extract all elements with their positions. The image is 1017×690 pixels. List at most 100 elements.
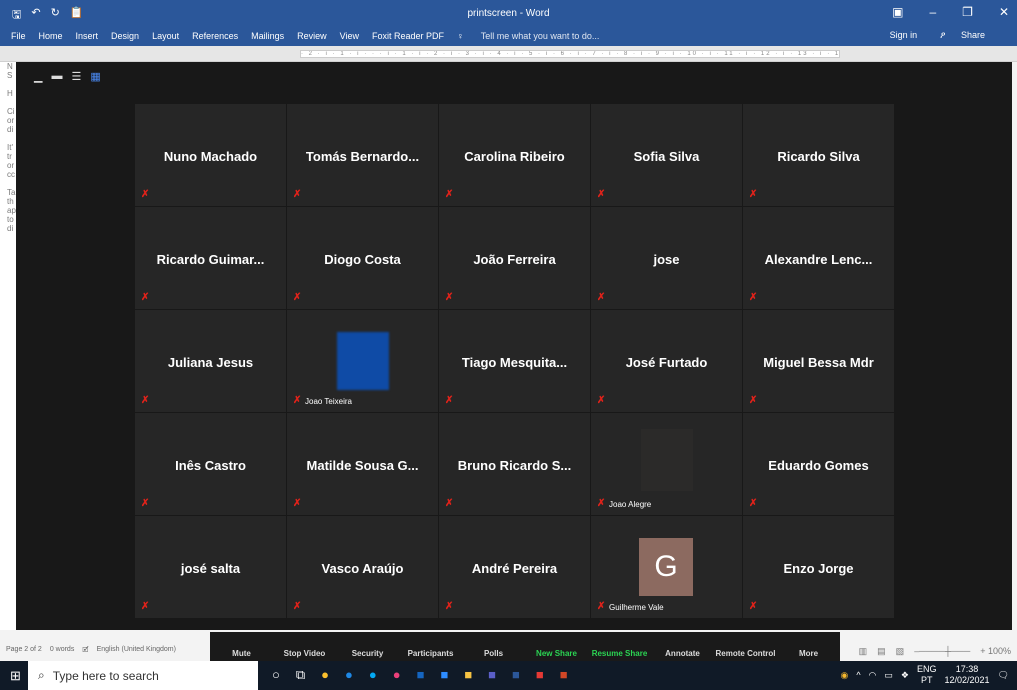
- notification-icon[interactable]: 🗨: [998, 670, 1009, 681]
- participant-tile[interactable]: Carolina Ribeiro ✗: [439, 104, 591, 207]
- tab-references[interactable]: References: [192, 31, 238, 41]
- tab-file[interactable]: File: [11, 31, 26, 41]
- file-explorer-icon[interactable]: ■: [464, 667, 472, 683]
- clock-date: 12/02/2021: [944, 675, 990, 685]
- language-indicator[interactable]: ENG PT: [917, 664, 937, 686]
- edge-icon[interactable]: ●: [345, 667, 353, 683]
- word-count[interactable]: 0 words: [50, 646, 75, 657]
- muted-mic-icon: ✗: [597, 498, 606, 509]
- windows-start-icon[interactable]: ⊞: [10, 668, 21, 684]
- clock[interactable]: 17:38 12/02/2021: [945, 664, 990, 686]
- participant-tile[interactable]: Inês Castro ✗: [135, 413, 287, 516]
- participant-tile[interactable]: Vasco Araújo ✗: [287, 516, 439, 619]
- cortana-icon[interactable]: ○: [272, 667, 280, 683]
- participant-tile[interactable]: Nuno Machado ✗: [135, 104, 287, 207]
- battery-icon[interactable]: ▭: [884, 670, 893, 681]
- ribbon-display-icon[interactable]: ▣: [892, 5, 903, 19]
- gallery-view-icon[interactable]: ▦: [90, 70, 100, 83]
- show-hidden-icon[interactable]: ^: [856, 670, 860, 680]
- language-indicator[interactable]: English (United Kingdom): [97, 646, 176, 657]
- task-view-icon[interactable]: ⧉: [296, 667, 305, 683]
- participant-tile[interactable]: João Ferreira ✗: [439, 207, 591, 310]
- muted-mic-icon: ✗: [293, 601, 302, 612]
- participant-video: [641, 429, 693, 491]
- tab-foxit[interactable]: Foxit Reader PDF: [372, 31, 444, 41]
- tab-view[interactable]: View: [340, 31, 359, 41]
- participant-tile[interactable]: Juliana Jesus ✗: [135, 310, 287, 413]
- proofing-icon[interactable]: 🗹: [82, 646, 88, 657]
- teams-icon[interactable]: ■: [488, 667, 496, 683]
- tab-home[interactable]: Home: [39, 31, 63, 41]
- close-icon[interactable]: ✕: [999, 5, 1009, 19]
- participant-tile[interactable]: josé salta ✗: [135, 516, 287, 619]
- control-annotate[interactable]: Annotate: [651, 632, 714, 661]
- participant-tile[interactable]: G ✗ Guilherme Vale: [591, 516, 743, 619]
- participant-tile[interactable]: Miguel Bessa Mdr ✗: [743, 310, 895, 413]
- web-layout-icon[interactable]: ▧: [896, 646, 905, 657]
- share-button[interactable]: ዖ Share: [940, 30, 998, 41]
- participant-tile[interactable]: Enzo Jorge ✗: [743, 516, 895, 619]
- tab-layout[interactable]: Layout: [152, 31, 179, 41]
- tab-design[interactable]: Design: [111, 31, 139, 41]
- participant-name: Sofia Silva: [633, 149, 700, 164]
- acrobat-icon[interactable]: ■: [536, 667, 544, 683]
- minimize-icon[interactable]: ▁: [34, 70, 42, 83]
- tab-insert[interactable]: Insert: [76, 31, 99, 41]
- control-security[interactable]: Security: [336, 632, 399, 661]
- paint-icon[interactable]: ●: [393, 667, 401, 683]
- participant-tile[interactable]: Matilde Sousa G... ✗: [287, 413, 439, 516]
- tell-me-box[interactable]: Tell me what you want to do...: [481, 31, 600, 41]
- wifi-icon[interactable]: ◠: [869, 670, 877, 681]
- zoom-icon[interactable]: ■: [440, 667, 448, 683]
- participant-tile[interactable]: Diogo Costa ✗: [287, 207, 439, 310]
- page-indicator[interactable]: Page 2 of 2: [6, 646, 42, 657]
- zoom-slider[interactable]: –────┼───: [914, 646, 970, 657]
- powerpoint-icon[interactable]: ■: [560, 667, 568, 683]
- taskbar-search[interactable]: ⌕ Type here to search: [28, 661, 258, 690]
- participant-tile[interactable]: ✗ Joao Teixeira: [287, 310, 439, 413]
- participant-tile[interactable]: Alexandre Lenc... ✗: [743, 207, 895, 310]
- control-participants[interactable]: Participants: [399, 632, 462, 661]
- participant-tile[interactable]: Tomás Bernardo... ✗: [287, 104, 439, 207]
- tab-review[interactable]: Review: [297, 31, 327, 41]
- participant-name: Ricardo Guimar...: [156, 252, 265, 267]
- participant-tile[interactable]: José Furtado ✗: [591, 310, 743, 413]
- control-polls[interactable]: Polls: [462, 632, 525, 661]
- skype-icon[interactable]: ●: [369, 667, 377, 683]
- lang-bottom: PT: [921, 675, 933, 685]
- participant-tile[interactable]: Bruno Ricardo S... ✗: [439, 413, 591, 516]
- participant-tile[interactable]: Eduardo Gomes ✗: [743, 413, 895, 516]
- minimize-icon[interactable]: –: [929, 5, 936, 19]
- control-mute[interactable]: Mute: [210, 632, 273, 661]
- print-layout-icon[interactable]: ▤: [877, 646, 886, 657]
- participant-name: jose: [653, 252, 680, 267]
- read-mode-icon[interactable]: ▥: [859, 646, 868, 657]
- outlook-icon[interactable]: ■: [417, 667, 425, 683]
- participant-name: Vasco Araújo: [321, 561, 404, 576]
- restore-icon[interactable]: ❐: [962, 5, 973, 19]
- tab-mailings[interactable]: Mailings: [251, 31, 284, 41]
- participant-tile[interactable]: Tiago Mesquita... ✗: [439, 310, 591, 413]
- word-icon[interactable]: ■: [512, 667, 520, 683]
- support-icon[interactable]: ◉: [840, 670, 848, 681]
- control-remote-control[interactable]: Remote Control: [714, 632, 777, 661]
- control-resume-share[interactable]: Resume Share: [588, 632, 651, 661]
- participant-tile[interactable]: Ricardo Guimar... ✗: [135, 207, 287, 310]
- participant-tile[interactable]: André Pereira ✗: [439, 516, 591, 619]
- participant-name: Carolina Ribeiro: [464, 149, 565, 164]
- control-new-share[interactable]: New Share: [525, 632, 588, 661]
- participant-tile[interactable]: Ricardo Silva ✗: [743, 104, 895, 207]
- participant-tile[interactable]: jose ✗: [591, 207, 743, 310]
- sign-in-link[interactable]: Sign in: [890, 30, 918, 41]
- dropbox-icon[interactable]: ❖: [901, 670, 909, 681]
- participant-tile[interactable]: Sofia Silva ✗: [591, 104, 743, 207]
- participant-tile[interactable]: ✗ Joao Alegre: [591, 413, 743, 516]
- muted-mic-icon: ✗: [141, 601, 150, 612]
- control-stop-video[interactable]: Stop Video: [273, 632, 336, 661]
- chrome-icon[interactable]: ●: [321, 667, 329, 683]
- zoom-level[interactable]: + 100%: [980, 646, 1011, 657]
- participant-name: Matilde Sousa G...: [306, 458, 419, 473]
- speaker-view-icon[interactable]: ▬: [51, 70, 62, 83]
- list-view-icon[interactable]: ☰: [71, 70, 81, 83]
- control-more[interactable]: More: [777, 632, 840, 661]
